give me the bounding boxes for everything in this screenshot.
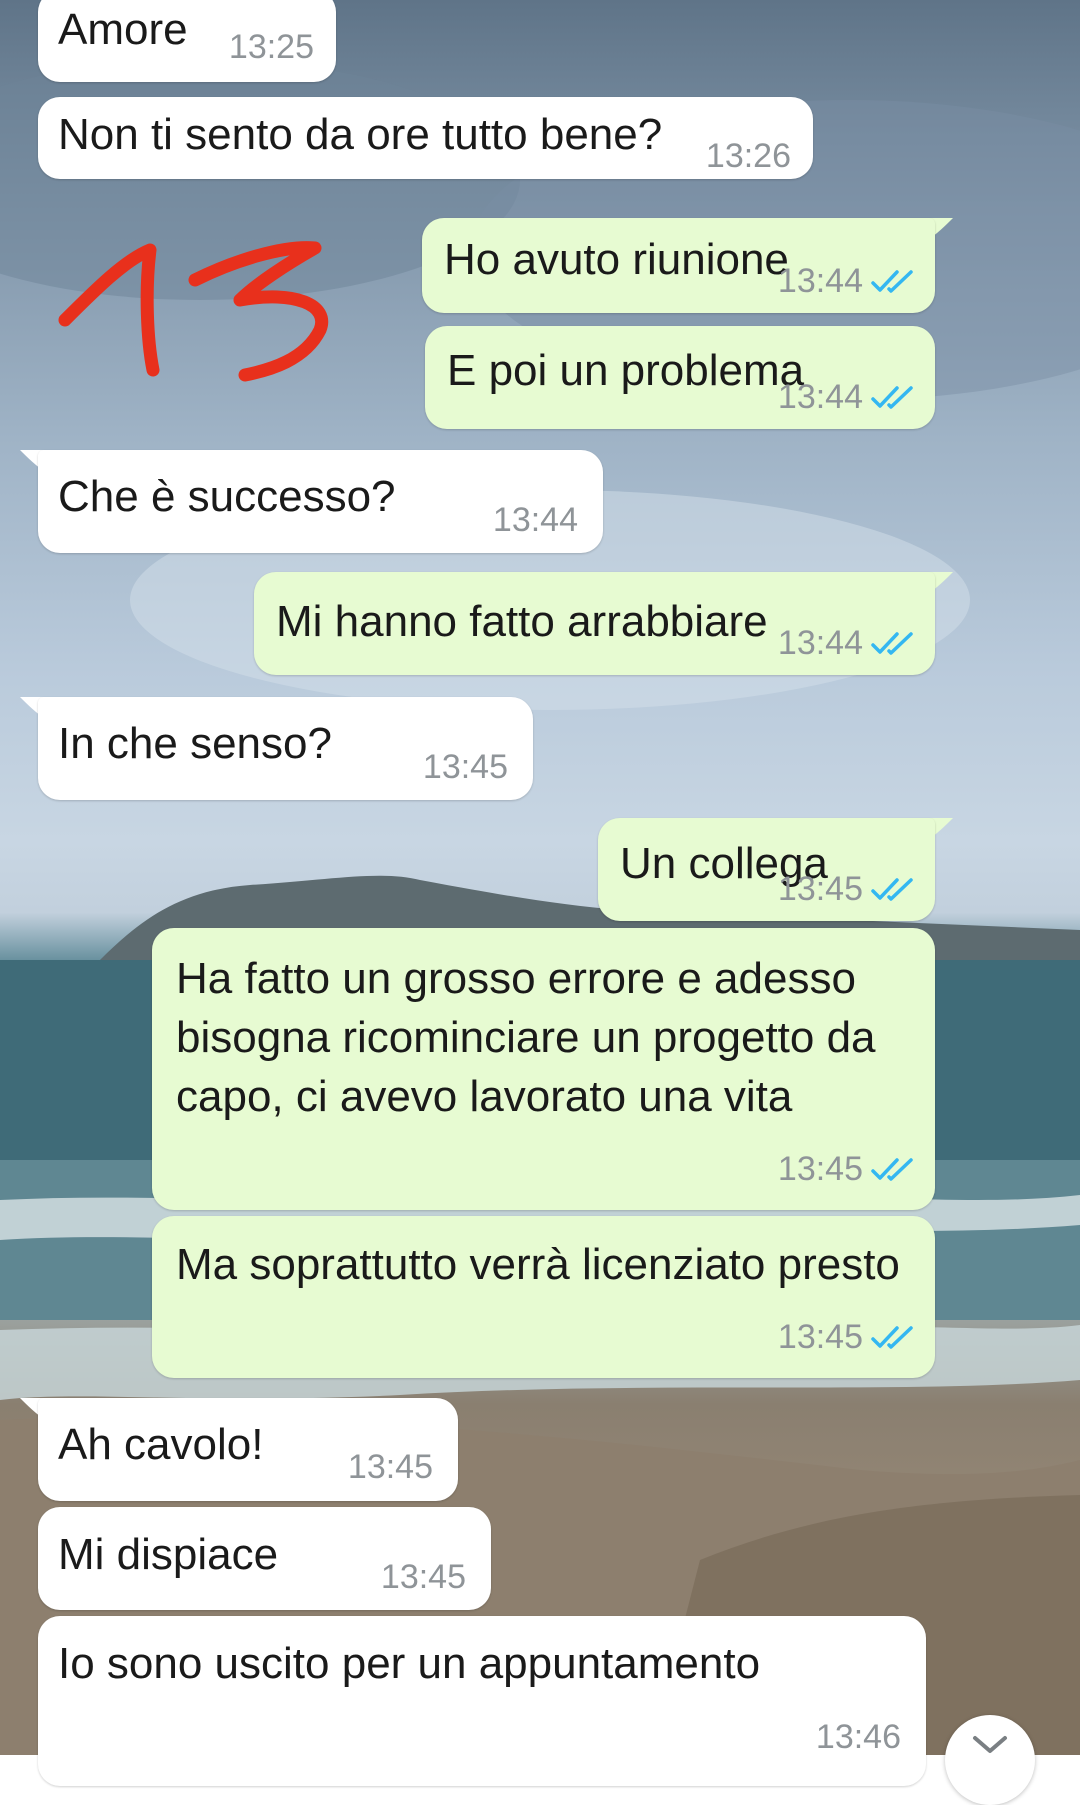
message-text: Ah cavolo!	[58, 1420, 264, 1469]
message-bubble-outgoing[interactable]: Ha fatto un grosso errore e adesso bisog…	[152, 928, 935, 1210]
message-text: Che è successo?	[58, 472, 396, 521]
message-bubble-incoming[interactable]: Non ti sento da ore tutto bene? 13:26	[38, 97, 813, 179]
message-time: 13:44	[492, 501, 578, 539]
message-meta: 13:44	[778, 378, 915, 417]
double-check-icon	[871, 631, 915, 657]
message-time: 13:26	[705, 137, 791, 175]
message-bubble-outgoing[interactable]: Ho avuto riunione 13:44	[422, 218, 935, 313]
message-text: Non ti sento da ore tutto bene?	[58, 110, 663, 159]
message-time: 13:45	[422, 748, 508, 786]
double-check-icon	[871, 385, 915, 411]
message-meta: 13:44	[778, 624, 915, 663]
chevron-down-icon	[972, 1735, 1008, 1760]
message-bubble-incoming[interactable]: Mi dispiace 13:45	[38, 1507, 491, 1610]
message-text: Ma soprattutto verrà licenziato presto	[176, 1240, 900, 1289]
double-check-icon	[871, 269, 915, 295]
message-bubble-incoming[interactable]: Amore 13:25	[38, 0, 336, 82]
message-bubble-outgoing[interactable]: Un collega 13:45	[598, 818, 935, 921]
message-text: Io sono uscito per un appuntamento	[58, 1639, 761, 1688]
message-text: In che senso?	[58, 719, 332, 768]
message-bubble-outgoing[interactable]: E poi un problema 13:44	[425, 326, 935, 429]
handwritten-13-annotation	[58, 241, 329, 382]
message-time: 13:46	[815, 1718, 901, 1756]
double-check-icon	[871, 1325, 915, 1351]
message-text: Ho avuto riunione	[444, 235, 789, 284]
message-time: 13:45	[347, 1448, 433, 1486]
message-bubble-incoming[interactable]: Ah cavolo! 13:45	[38, 1398, 458, 1501]
double-check-icon	[871, 1157, 915, 1183]
message-text: E poi un problema	[447, 346, 805, 395]
message-time: 13:45	[380, 1558, 466, 1596]
message-text: Amore	[58, 5, 188, 54]
message-text: Ha fatto un grosso errore e adesso bisog…	[176, 954, 876, 1121]
message-text: Mi dispiace	[58, 1530, 279, 1579]
message-bubble-outgoing[interactable]: Mi hanno fatto arrabbiare 13:44	[254, 572, 935, 675]
message-time: 13:25	[228, 28, 314, 66]
double-check-icon	[871, 877, 915, 903]
message-bubble-incoming[interactable]: Io sono uscito per un appuntamento 13:46	[38, 1616, 926, 1786]
message-meta: 13:45	[778, 1150, 915, 1189]
message-meta: 13:45	[778, 1318, 915, 1357]
message-text: Mi hanno fatto arrabbiare	[276, 597, 768, 646]
message-bubble-incoming[interactable]: Che è successo? 13:44	[38, 450, 603, 553]
scroll-to-bottom-button[interactable]	[945, 1715, 1035, 1805]
message-bubble-outgoing[interactable]: Ma soprattutto verrà licenziato presto 1…	[152, 1216, 935, 1378]
message-meta: 13:44	[778, 262, 915, 301]
message-bubble-incoming[interactable]: In che senso? 13:45	[38, 697, 533, 800]
message-meta: 13:45	[778, 870, 915, 909]
